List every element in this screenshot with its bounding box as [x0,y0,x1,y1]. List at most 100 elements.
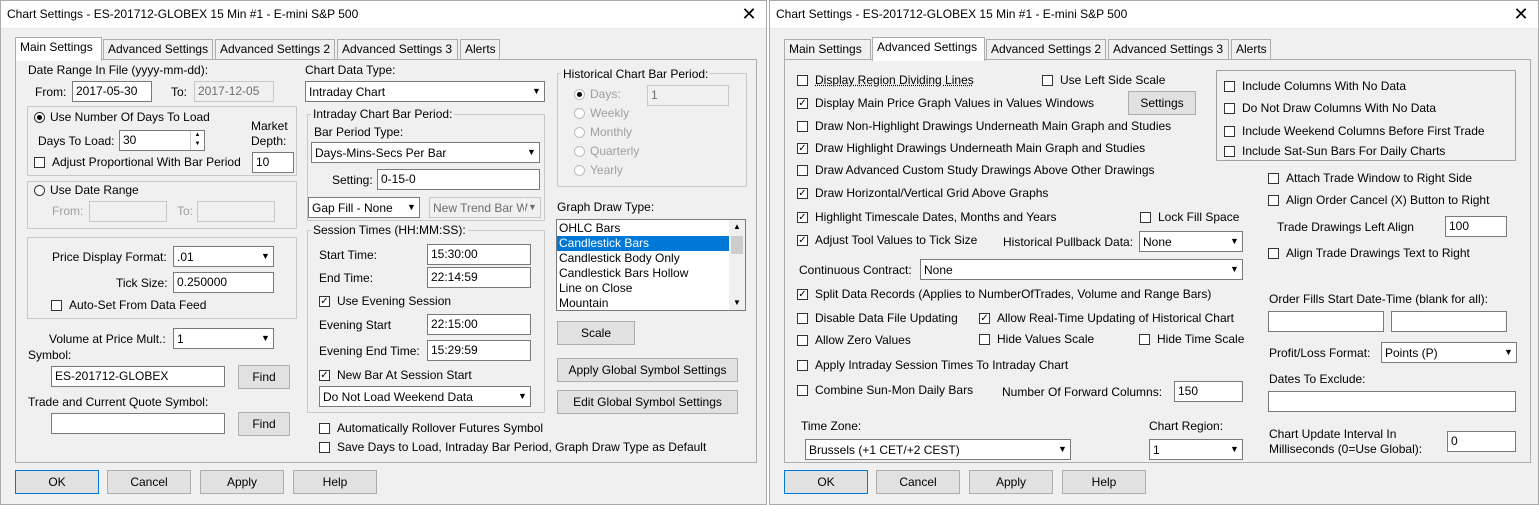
trade-left-align-field[interactable]: 100 [1445,216,1507,237]
continuous-label: Continuous Contract: [799,263,912,277]
ok-button[interactable]: OK [784,470,868,494]
end-time-label: End Time: [319,271,374,285]
order-fills-label: Order Fills Start Date-Time (blank for a… [1269,292,1488,306]
list-item[interactable]: Candlestick Bars [557,236,745,251]
market-depth-field[interactable]: 10 [252,152,294,173]
evening-end-label: Evening End Time: [319,344,420,358]
time-zone-select[interactable]: Brussels (+1 CET/+2 CEST) ▼ [805,439,1071,460]
tab-alerts[interactable]: Alerts [460,39,500,60]
new-trend-bar-select: New Trend Bar W ▼ [429,197,541,218]
order-fills-start-field[interactable] [1268,311,1384,332]
profit-loss-select[interactable]: Points (P) ▼ [1381,342,1517,363]
start-time-field[interactable]: 15:30:00 [427,244,531,265]
setting-label: Setting: [332,173,373,187]
days-to-load-field[interactable]: 30 ▲ ▼ [119,130,205,151]
apply-button[interactable]: Apply [969,470,1053,494]
list-item[interactable]: OHLC Bars [557,221,745,236]
help-button[interactable]: Help [1062,470,1146,494]
volume-mult-select[interactable]: 1 ▼ [173,328,274,349]
chart-data-type-label: Chart Data Type: [305,63,396,77]
chart-region-label: Chart Region: [1149,419,1224,433]
apply-button[interactable]: Apply [200,470,284,494]
range-from-label: From: [52,204,84,218]
time-zone-label: Time Zone: [801,419,862,433]
tick-size-label: Tick Size: [116,276,168,290]
chart-region-select[interactable]: 1 ▼ [1149,439,1243,460]
tab-advanced-settings[interactable]: Advanced Settings [103,39,213,60]
bar-period-type-label: Bar Period Type: [314,125,404,139]
symbol-label: Symbol: [28,348,72,362]
price-format-label: Price Display Format: [52,250,167,264]
right-titlebar: Chart Settings - ES-201712-GLOBEX 15 Min… [770,1,1538,29]
update-interval-label: Chart Update Interval In [1269,427,1397,441]
ok-button[interactable]: OK [15,470,99,494]
left-titlebar: Chart Settings - ES-201712-GLOBEX 15 Min… [1,1,766,29]
end-time-field[interactable]: 22:14:59 [427,267,531,288]
chevron-down-icon: ▼ [1054,440,1070,459]
list-item[interactable]: Mountain [557,296,745,310]
continuous-select[interactable]: None ▼ [920,259,1243,280]
list-item[interactable]: Candlestick Bars Hollow [557,266,745,281]
historical-group-title: Historical Chart Bar Period: [561,67,711,81]
scale-button[interactable]: Scale [557,321,635,345]
right-dialog: Chart Settings - ES-201712-GLOBEX 15 Min… [769,0,1539,505]
graph-draw-type-list[interactable]: OHLC Bars Candlestick Bars Candlestick B… [556,219,746,311]
chevron-down-icon: ▼ [257,247,273,266]
pullback-label: Historical Pullback Data: [1003,235,1134,249]
forward-columns-label: Number Of Forward Columns: [1002,385,1163,399]
order-fills-end-field[interactable] [1391,311,1507,332]
price-format-select[interactable]: .01 ▼ [173,246,274,267]
volume-mult-label: Volume at Price Mult.: [49,332,166,346]
tick-size-field[interactable]: 0.250000 [173,272,274,293]
edit-global-button[interactable]: Edit Global Symbol Settings [557,390,738,414]
list-item[interactable]: Line on Close [557,281,745,296]
tab-main-settings[interactable]: Main Settings [15,37,102,61]
dates-exclude-field[interactable] [1268,391,1516,412]
close-icon[interactable]: ✕ [738,3,760,25]
bar-period-type-select[interactable]: Days-Mins-Secs Per Bar ▼ [311,142,540,163]
market-depth-label: Market Depth: [251,119,288,148]
tab-advanced-settings-3[interactable]: Advanced Settings 3 [337,39,458,60]
chevron-down-icon: ▼ [403,198,419,217]
settings-button[interactable]: Settings [1128,91,1196,115]
chevron-down-icon: ▼ [524,198,540,217]
start-time-label: Start Time: [319,248,378,262]
setting-field[interactable]: 0-15-0 [377,169,540,190]
cancel-button[interactable]: Cancel [107,470,191,494]
symbol-field[interactable]: ES-201712-GLOBEX [51,366,225,387]
tab-advanced-settings[interactable]: Advanced Settings [872,37,985,61]
trade-symbol-field[interactable] [51,413,225,434]
forward-columns-field[interactable]: 150 [1174,381,1243,402]
help-button[interactable]: Help [293,470,377,494]
spin-icon[interactable]: ▲ ▼ [190,131,204,150]
gap-fill-select[interactable]: Gap Fill - None ▼ [308,197,420,218]
graph-draw-type-label: Graph Draw Type: [557,200,655,214]
close-icon[interactable]: ✕ [1510,3,1532,25]
scrollbar[interactable]: ▲ ▼ [729,220,745,310]
tab-main-settings[interactable]: Main Settings [784,39,871,60]
chart-data-type-select[interactable]: Intraday Chart ▼ [305,81,545,102]
evening-start-field[interactable]: 22:15:00 [427,314,531,335]
find-symbol-button[interactable]: Find [238,365,290,389]
profit-loss-label: Profit/Loss Format: [1269,346,1371,360]
chevron-down-icon: ▼ [1226,260,1242,279]
right-title: Chart Settings - ES-201712-GLOBEX 15 Min… [776,7,1128,21]
date-from-field[interactable]: 2017-05-30 [72,81,152,102]
from-label: From: [35,85,67,99]
tab-alerts[interactable]: Alerts [1231,39,1271,60]
tab-advanced-settings-2[interactable]: Advanced Settings 2 [986,39,1106,60]
update-interval-field[interactable]: 0 [1447,431,1516,452]
pullback-select[interactable]: None ▼ [1139,231,1243,252]
tab-advanced-settings-3[interactable]: Advanced Settings 3 [1108,39,1229,60]
apply-global-button[interactable]: Apply Global Symbol Settings [557,358,738,382]
date-to-field: 2017-12-05 [194,81,274,102]
list-item[interactable]: Candlestick Body Only [557,251,745,266]
chevron-down-icon: ▼ [514,387,530,406]
evening-end-field[interactable]: 15:29:59 [427,340,531,361]
chevron-down-icon: ▼ [528,82,544,101]
cancel-button[interactable]: Cancel [876,470,960,494]
find-trade-symbol-button[interactable]: Find [238,412,290,436]
historical-days-field: 1 [647,85,729,106]
tab-advanced-settings-2[interactable]: Advanced Settings 2 [215,39,335,60]
weekend-data-select[interactable]: Do Not Load Weekend Data ▼ [319,386,531,407]
